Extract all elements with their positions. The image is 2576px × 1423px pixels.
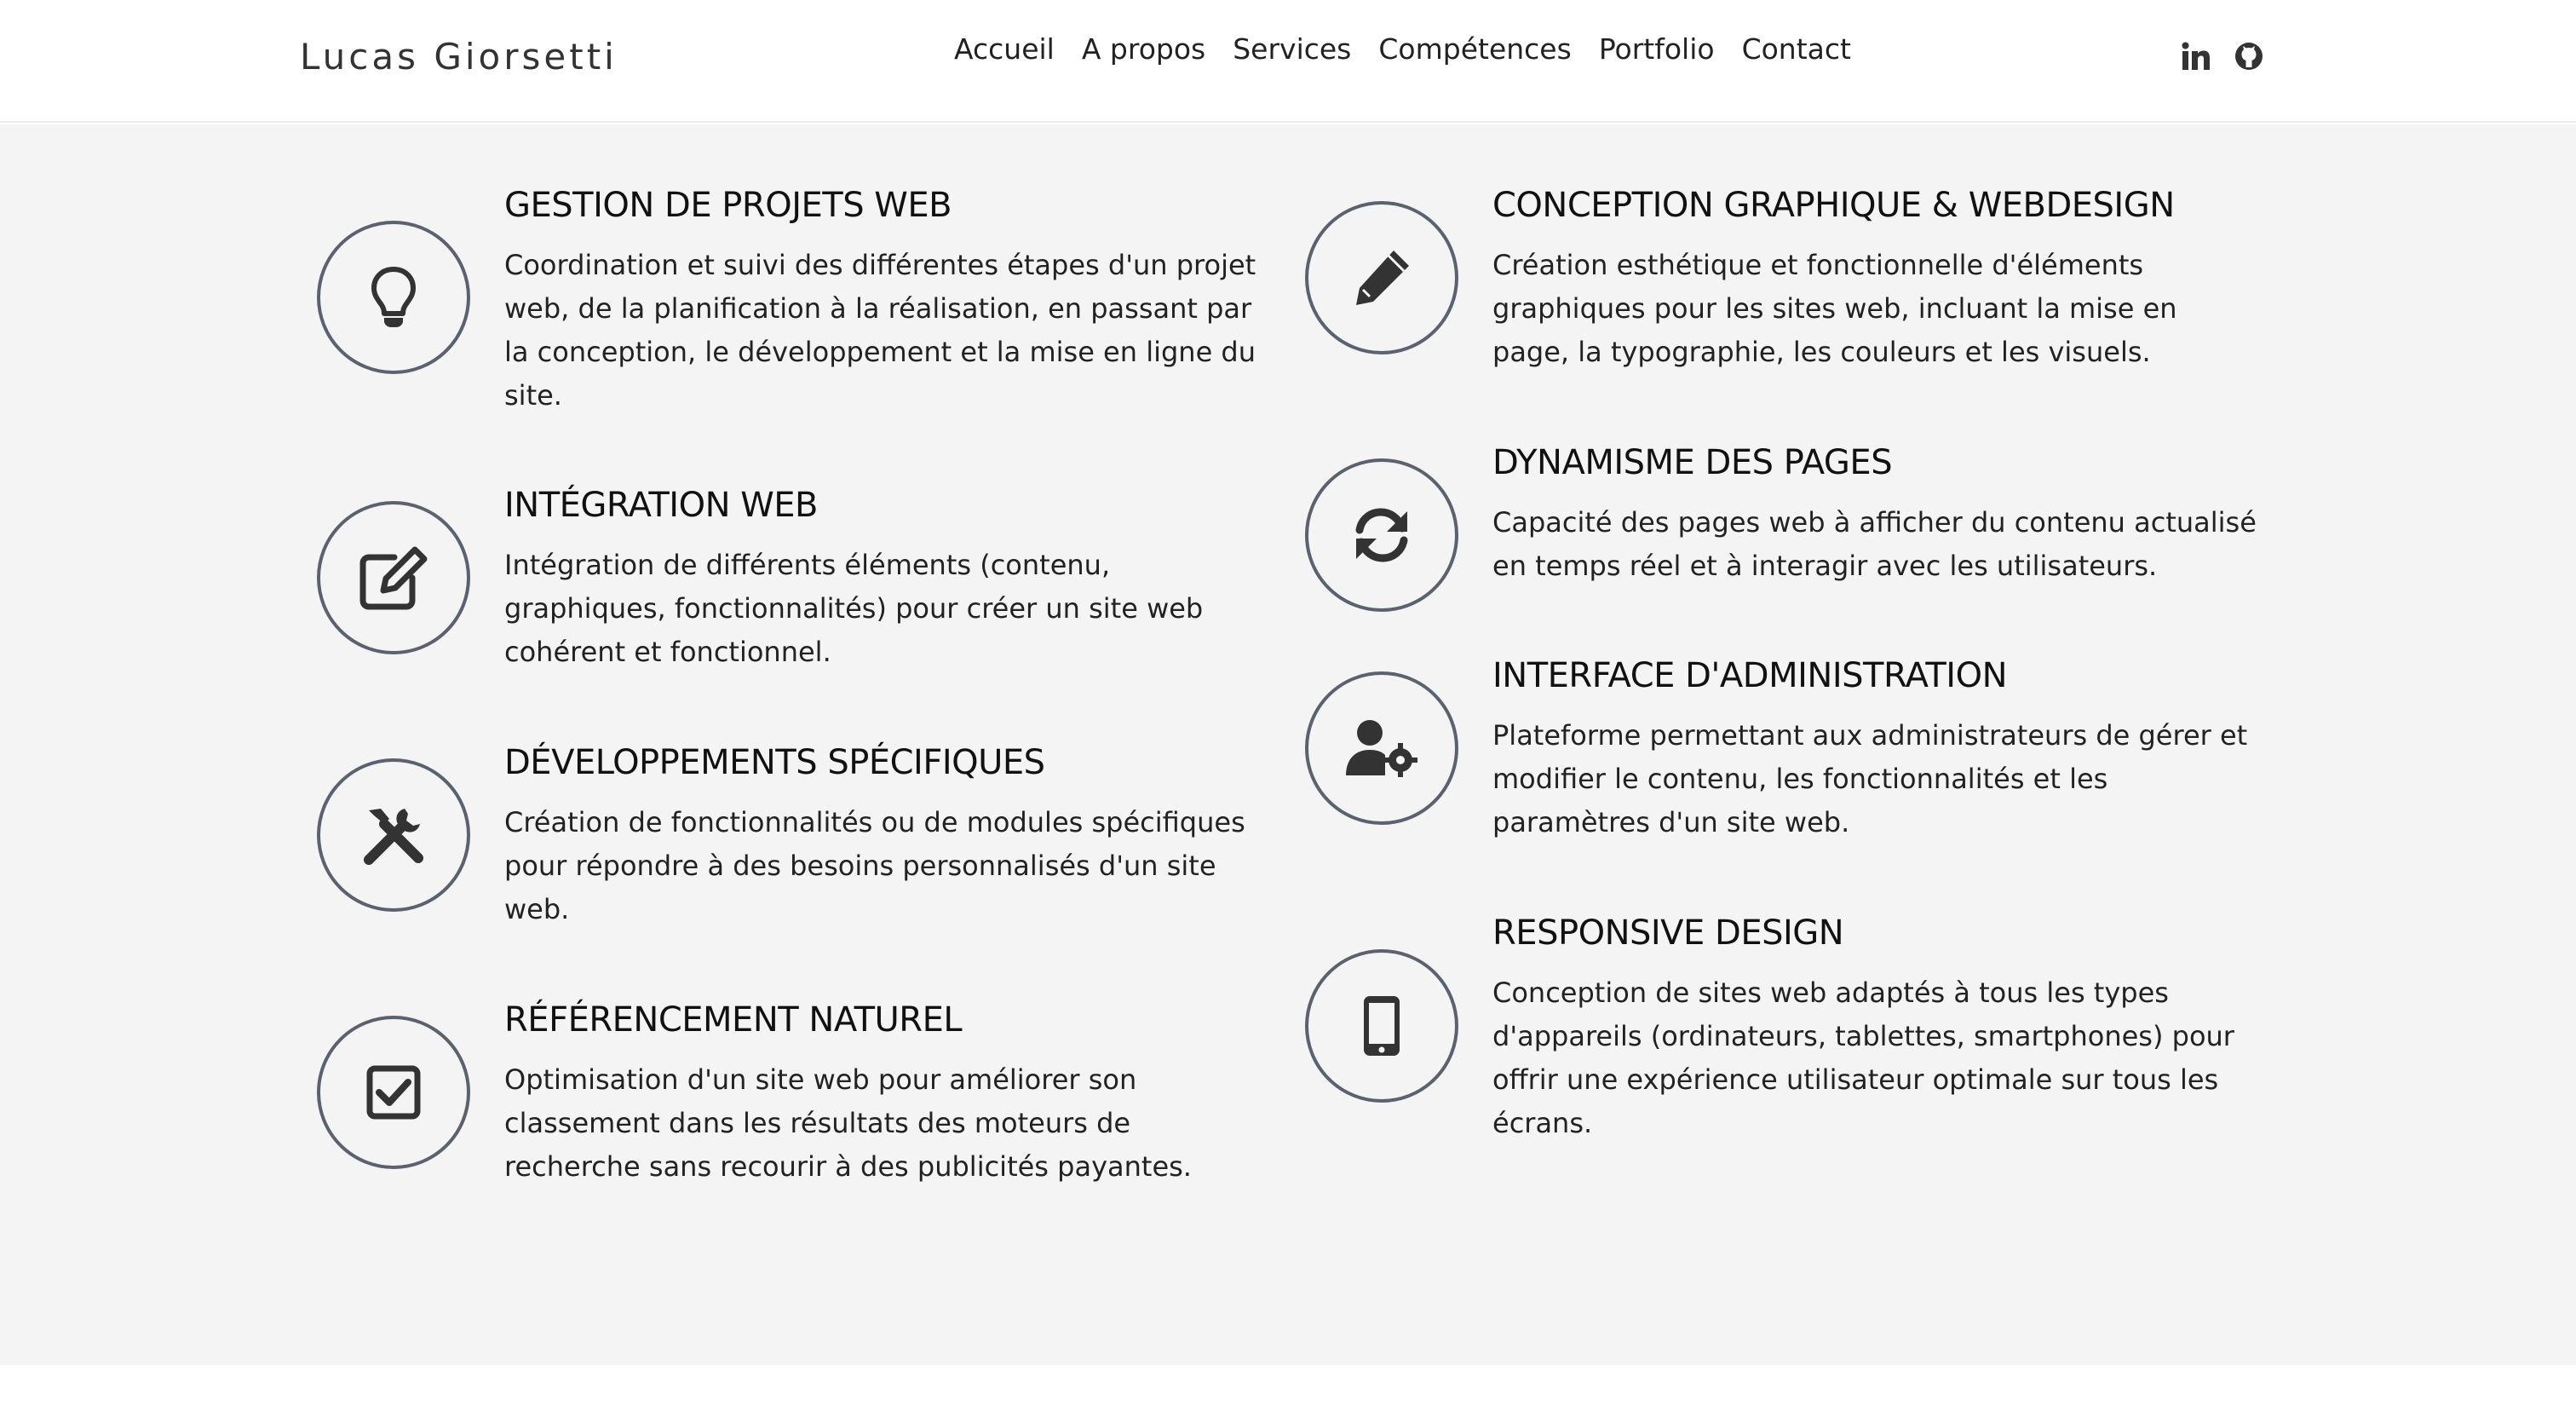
nav-contact[interactable]: Contact (1742, 32, 1851, 66)
service-description: Optimisation d'un site web pour améliore… (504, 1063, 1192, 1183)
service-text: GESTION DE PROJETS WEB Coordination et s… (504, 182, 1271, 418)
service-description: Intégration de différents éléments (cont… (504, 549, 1204, 668)
service-icon-circle (1305, 201, 1458, 354)
main-nav: Accueil A propos Services Compétences Po… (954, 32, 1851, 66)
service-description: Conception de sites web adaptés à tous l… (1492, 977, 2234, 1139)
service-icon-circle (317, 501, 470, 654)
nav-a-propos[interactable]: A propos (1082, 32, 1205, 66)
edit-icon (359, 546, 428, 610)
site-header: Lucas Giorsetti Accueil A propos Service… (0, 0, 2576, 123)
services-section: GESTION DE PROJETS WEB Coordination et s… (0, 124, 2576, 1365)
service-icon-circle (317, 1016, 470, 1169)
linkedin-icon[interactable] (2179, 39, 2213, 73)
service-title: RÉFÉRENCEMENT NATUREL (504, 1000, 963, 1040)
service-text: CONCEPTION GRAPHIQUE & WEBDESIGN Créatio… (1492, 182, 2259, 374)
service-icon-circle (1305, 458, 1458, 612)
social-links (2179, 39, 2266, 73)
mobile-icon (1364, 996, 1400, 1056)
service-icon-circle (317, 221, 470, 374)
service-icon-circle (1305, 671, 1458, 825)
service-title: RESPONSIVE DESIGN (1492, 913, 1844, 953)
service-icon-circle (317, 758, 470, 912)
service-text: RÉFÉRENCEMENT NATUREL Optimisation d'un … (504, 997, 1271, 1189)
service-icon-circle (1305, 949, 1458, 1103)
service-title: DYNAMISME DES PAGES (1492, 443, 1893, 482)
refresh-icon (1355, 508, 1408, 562)
github-icon[interactable] (2232, 39, 2266, 73)
nav-portfolio[interactable]: Portfolio (1599, 32, 1715, 66)
service-title: CONCEPTION GRAPHIQUE & WEBDESIGN (1492, 186, 2175, 225)
service-text: INTÉGRATION WEB Intégration de différent… (504, 482, 1271, 674)
service-description: Capacité des pages web à afficher du con… (1492, 506, 2257, 582)
service-title: INTERFACE D'ADMINISTRATION (1492, 656, 2008, 695)
service-title: DÉVELOPPEMENTS SPÉCIFIQUES (504, 743, 1045, 782)
service-text: RESPONSIVE DESIGN Conception de sites we… (1492, 910, 2259, 1145)
nav-accueil[interactable]: Accueil (954, 32, 1055, 66)
lightbulb-icon (371, 267, 416, 327)
service-text: INTERFACE D'ADMINISTRATION Plateforme pe… (1492, 653, 2259, 844)
service-text: DYNAMISME DES PAGES Capacité des pages w… (1492, 440, 2259, 588)
service-title: INTÉGRATION WEB (504, 486, 818, 525)
pencil-icon (1356, 251, 1409, 305)
service-description: Création de fonctionnalités ou de module… (504, 806, 1245, 925)
tools-icon (364, 809, 423, 865)
brand-logo[interactable]: Lucas Giorsetti (300, 36, 618, 78)
checkbox-icon (366, 1065, 421, 1120)
service-description: Coordination et suivi des différentes ét… (504, 249, 1256, 412)
nav-services[interactable]: Services (1233, 32, 1351, 66)
page-bottom-strip (0, 1365, 2576, 1423)
service-title: GESTION DE PROJETS WEB (504, 186, 952, 225)
user-gear-icon (1346, 720, 1417, 777)
service-text: DÉVELOPPEMENTS SPÉCIFIQUES Création de f… (504, 740, 1271, 931)
service-description: Création esthétique et fonctionnelle d'é… (1492, 249, 2177, 368)
nav-competences[interactable]: Compétences (1378, 32, 1571, 66)
service-description: Plateforme permettant aux administrateur… (1492, 719, 2248, 838)
